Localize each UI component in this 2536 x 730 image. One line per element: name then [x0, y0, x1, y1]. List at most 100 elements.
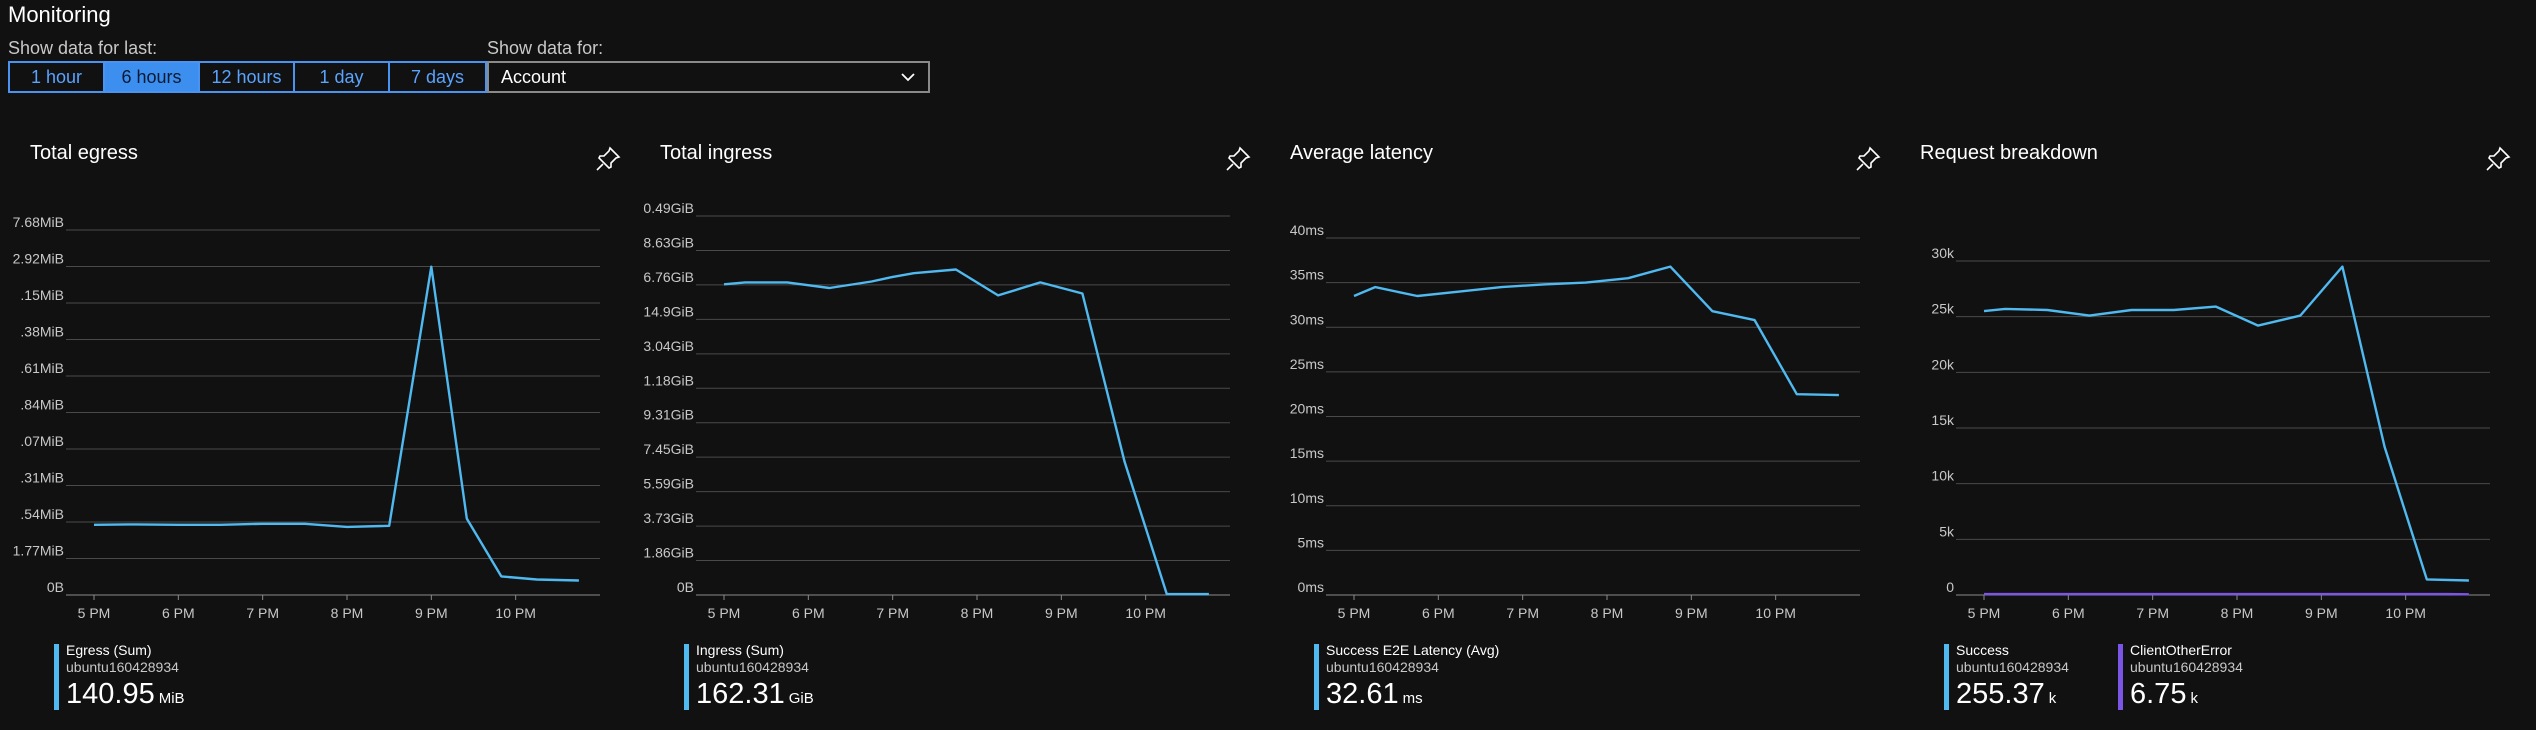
chart-card-average-latency: 0ms 5ms 10ms 15ms 20ms 25ms 30ms 35ms 40ms 5 PM 6 …: [1268, 130, 1888, 730]
y-tick-label: 10ms: [1290, 490, 1324, 506]
legend-resource-name: ubuntu160428934: [696, 659, 809, 675]
x-tick-label: 6 PM: [2052, 605, 2085, 621]
y-tick-label: 40ms: [1290, 222, 1324, 238]
legend-item: Egress (Sum) ubuntu160428934 140.95 MiB: [54, 642, 185, 714]
y-tick-label: 25k: [1931, 301, 1955, 317]
x-tick-label: 9 PM: [1045, 605, 1078, 621]
y-tick-label: 0B: [47, 579, 64, 595]
x-tick-label: 9 PM: [415, 605, 448, 621]
legend-color-bar: [54, 644, 59, 710]
y-tick-label: 2.92MiB: [13, 251, 64, 267]
legend-value-number: 255.37: [1956, 678, 2045, 710]
legend-item: Success ubuntu160428934 255.37 k: [1944, 642, 2069, 714]
y-tick-label: .07MiB: [20, 433, 64, 449]
x-tick-label: 6 PM: [792, 605, 825, 621]
legend-value: 255.37 k: [1956, 676, 2069, 717]
range-button-6-hours[interactable]: 6 hours: [105, 63, 200, 91]
y-tick-label: 0.49GiB: [643, 200, 694, 216]
y-tick-label: 5k: [1939, 523, 1955, 539]
y-tick-label: 5ms: [1298, 534, 1324, 550]
y-tick-label: 7.68MiB: [13, 214, 64, 230]
y-tick-label: 15ms: [1290, 445, 1324, 461]
series-line-success-e2e-latency-avg-: [1353, 265, 1839, 397]
legend-value: 6.75 k: [2130, 676, 2243, 717]
legend-item: ClientOtherError ubuntu160428934 6.75 k: [2118, 642, 2243, 714]
legend-item: Success E2E Latency (Avg) ubuntu16042893…: [1314, 642, 1499, 714]
y-tick-label: .38MiB: [20, 324, 64, 340]
page-title: Monitoring: [8, 2, 111, 27]
range-button-1-day[interactable]: 1 day: [295, 63, 390, 91]
y-tick-label: 1.86GiB: [643, 545, 694, 561]
legend-resource-name: ubuntu160428934: [1326, 659, 1439, 675]
pin-icon[interactable]: [593, 144, 623, 174]
x-tick-label: 6 PM: [162, 605, 195, 621]
legend-resource-name: ubuntu160428934: [1956, 659, 2069, 675]
y-tick-label: 30ms: [1290, 311, 1324, 327]
y-tick-label: 1.77MiB: [13, 543, 64, 559]
legend-value-unit: ms: [1402, 690, 1423, 707]
range-label: Show data for last:: [8, 38, 158, 58]
legend-value-unit: MiB: [158, 690, 185, 707]
show-data-for-dropdown[interactable]: Account: [487, 61, 930, 93]
y-tick-label: .31MiB: [20, 470, 64, 486]
y-tick-label: .15MiB: [20, 287, 64, 303]
y-tick-label: 6.76GiB: [643, 269, 694, 285]
legend-value-number: 140.95: [66, 678, 155, 710]
y-tick-label: .61MiB: [20, 360, 64, 376]
y-tick-label: 20ms: [1290, 401, 1324, 417]
legend-series-name: Success E2E Latency (Avg): [1326, 642, 1500, 658]
y-tick-label: 14.9GiB: [643, 303, 694, 319]
pin-icon[interactable]: [1223, 144, 1253, 174]
range-button-12-hours[interactable]: 12 hours: [200, 63, 295, 91]
latency-chart: 0ms 5ms 10ms 15ms 20ms 25ms 30ms 35ms 40ms 5 PM 6 …: [1290, 222, 1860, 621]
x-tick-label: 5 PM: [78, 605, 111, 621]
chart-title: Total ingress: [660, 142, 773, 164]
y-tick-label: 30k: [1931, 245, 1955, 261]
y-tick-label: 3.04GiB: [643, 338, 694, 354]
chart-title: Average latency: [1290, 142, 1434, 164]
y-tick-label: 25ms: [1290, 356, 1324, 372]
y-tick-label: 0: [1946, 579, 1954, 595]
chart-card-request-breakdown: 0 5k 10k 15k 20k 25k 30k 5 PM 6 PM 7 PM 8 PM 9 PM 10…: [1898, 130, 2518, 730]
series-line-success: [1983, 265, 2469, 582]
legend-series-name: ClientOtherError: [2130, 642, 2232, 658]
legend-value: 162.31 GiB: [696, 676, 814, 717]
x-tick-label: 7 PM: [2136, 605, 2169, 621]
range-button-7-days[interactable]: 7 days: [390, 63, 485, 91]
pin-icon[interactable]: [2483, 144, 2513, 174]
y-tick-label: .84MiB: [20, 397, 64, 413]
chart-card-total-egress: 0B 1.77MiB .54MiB .31MiB .07MiB .84MiB .61MiB.…: [8, 130, 628, 730]
legend-series-name: Ingress (Sum): [696, 642, 784, 658]
x-tick-label: 8 PM: [2221, 605, 2254, 621]
ingress-chart: 0B 1.86GiB 3.73GiB 5.59GiB 7.45GiB 9.31GiB 1.1…: [643, 200, 1230, 621]
legend-item: Ingress (Sum) ubuntu160428934 162.31 GiB: [684, 642, 814, 714]
legend-color-bar: [2118, 644, 2123, 710]
y-tick-label: 8.63GiB: [643, 234, 694, 250]
range-button-1-hour[interactable]: 1 hour: [10, 63, 105, 91]
series-line-ingress-sum-: [723, 268, 1209, 596]
legend-value-number: 162.31: [696, 678, 785, 710]
legend-value-unit: k: [2048, 690, 2057, 707]
y-tick-label: 9.31GiB: [643, 407, 694, 423]
chart-title: Request breakdown: [1920, 142, 2098, 164]
x-tick-label: 7 PM: [876, 605, 909, 621]
x-tick-label: 10 PM: [1755, 605, 1795, 621]
series-line-egress-sum-: [93, 265, 579, 582]
legend-value: 32.61 ms: [1326, 676, 1499, 717]
legend-value-unit: k: [2190, 690, 2198, 707]
x-tick-label: 7 PM: [1506, 605, 1539, 621]
legend-value-unit: GiB: [788, 690, 814, 707]
y-tick-label: 0ms: [1298, 579, 1324, 595]
x-tick-label: 10 PM: [1125, 605, 1165, 621]
show-data-for-value: Account: [501, 66, 567, 87]
y-tick-label: 15k: [1931, 412, 1955, 428]
egress-chart: 0B 1.77MiB .54MiB .31MiB .07MiB .84MiB .61MiB.…: [13, 214, 600, 621]
time-range-selector: 1 hour 6 hours 12 hours 1 day 7 days: [8, 61, 487, 93]
pin-icon[interactable]: [1853, 144, 1883, 174]
legend-resource-name: ubuntu160428934: [2130, 659, 2243, 675]
legend-series-name: Egress (Sum): [66, 642, 152, 658]
x-tick-label: 9 PM: [1675, 605, 1708, 621]
chart-card-total-ingress: 0B 1.86GiB 3.73GiB 5.59GiB 7.45GiB 9.31GiB 1.1…: [638, 130, 1258, 730]
x-tick-label: 9 PM: [2305, 605, 2338, 621]
legend-color-bar: [684, 644, 689, 710]
